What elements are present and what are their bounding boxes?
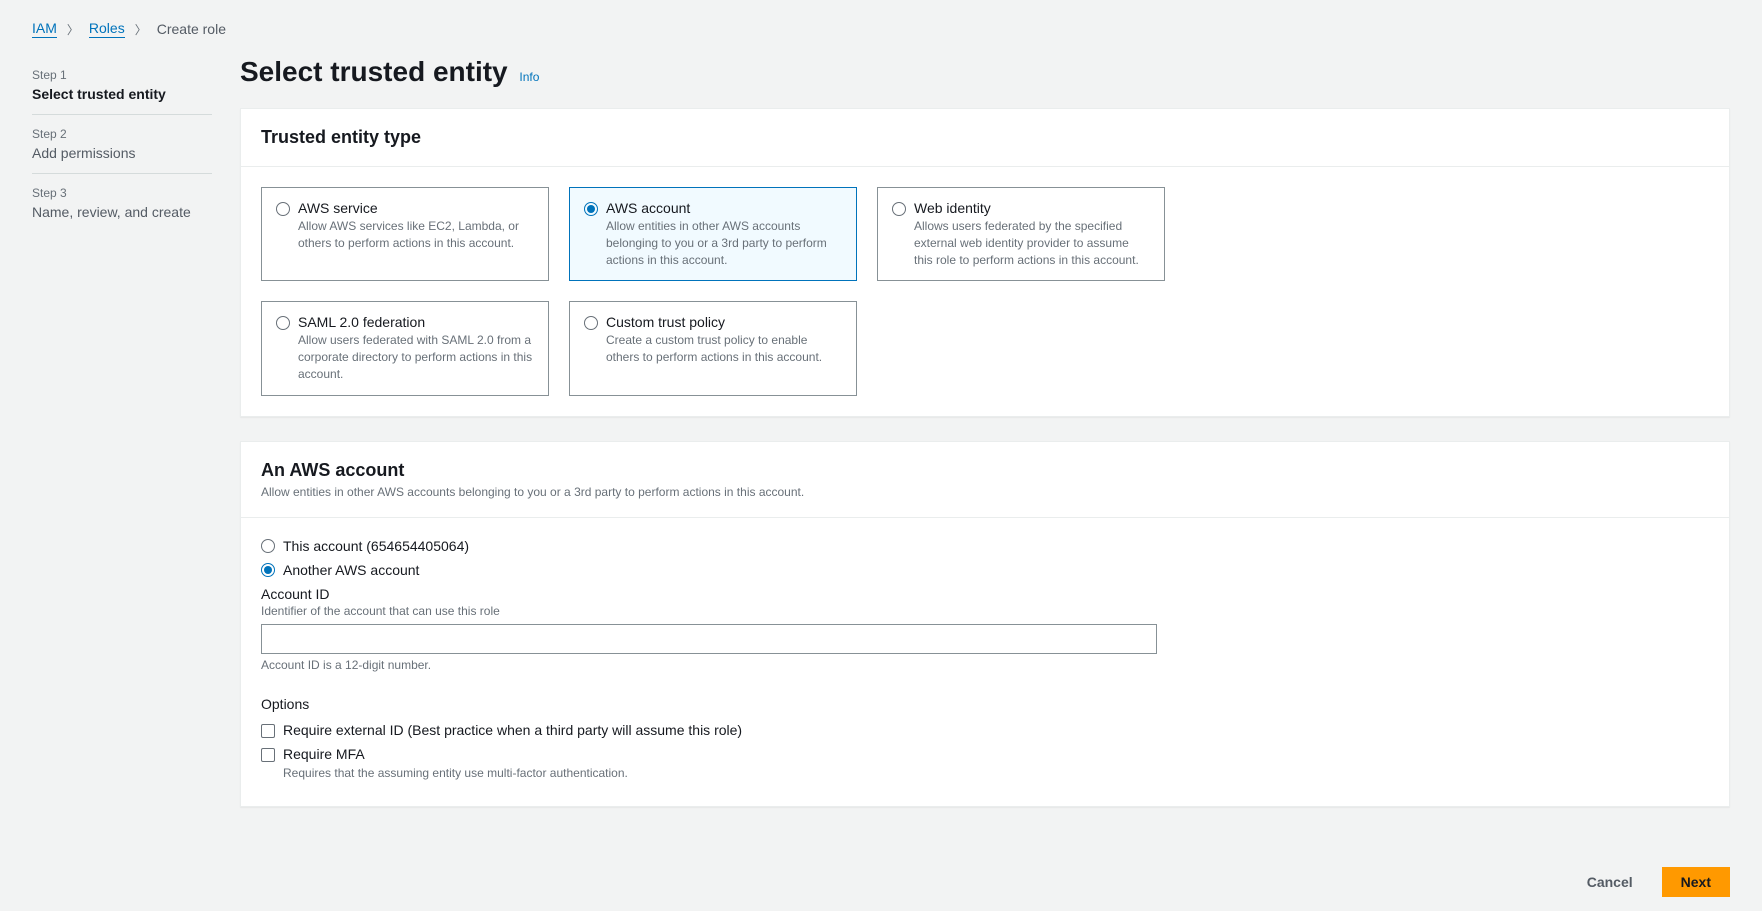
radio-icon (584, 316, 598, 330)
tile-title: Custom trust policy (606, 314, 842, 330)
radio-another-account[interactable]: Another AWS account (261, 562, 1709, 578)
page-title: Select trusted entity Info (240, 56, 1730, 88)
next-button[interactable]: Next (1662, 867, 1730, 897)
info-link[interactable]: Info (519, 70, 539, 84)
tile-desc: Allow AWS services like EC2, Lambda, or … (298, 218, 534, 252)
step-title: Add permissions (32, 145, 212, 161)
checkbox-icon (261, 724, 275, 738)
checkbox-require-external-id[interactable]: Require external ID (Best practice when … (261, 722, 1709, 738)
step-title: Select trusted entity (32, 86, 212, 102)
tile-desc: Allow entities in other AWS accounts bel… (606, 218, 842, 268)
tile-aws-service[interactable]: AWS service Allow AWS services like EC2,… (261, 187, 549, 281)
step-label: Step 2 (32, 127, 212, 141)
aws-account-heading: An AWS account (261, 460, 1709, 481)
aws-account-desc: Allow entities in other AWS accounts bel… (261, 485, 1709, 499)
tile-custom-trust-policy[interactable]: Custom trust policy Create a custom trus… (569, 301, 857, 395)
checkbox-icon (261, 748, 275, 762)
radio-this-account[interactable]: This account (654654405064) (261, 538, 1709, 554)
tile-saml-federation[interactable]: SAML 2.0 federation Allow users federate… (261, 301, 549, 395)
chevron-right-icon: 〉 (135, 21, 147, 38)
tile-desc: Create a custom trust policy to enable o… (606, 332, 842, 366)
breadcrumb-current: Create role (157, 21, 226, 37)
wizard-step-1[interactable]: Step 1 Select trusted entity (32, 56, 212, 115)
breadcrumb: IAM 〉 Roles 〉 Create role (0, 0, 1762, 56)
wizard-footer: Cancel Next (1568, 867, 1730, 897)
options-title: Options (261, 696, 1709, 712)
radio-icon (261, 539, 275, 553)
tile-desc: Allows users federated by the specified … (914, 218, 1150, 268)
account-id-label: Account ID (261, 586, 1709, 602)
aws-account-panel: An AWS account Allow entities in other A… (240, 441, 1730, 807)
step-label: Step 3 (32, 186, 212, 200)
account-id-input[interactable] (261, 624, 1157, 654)
radio-icon (276, 202, 290, 216)
account-id-hint: Identifier of the account that can use t… (261, 604, 1709, 618)
wizard-step-3[interactable]: Step 3 Name, review, and create (32, 174, 212, 232)
checkbox-require-mfa[interactable]: Require MFA (261, 746, 1709, 762)
trusted-entity-heading: Trusted entity type (261, 127, 1709, 148)
breadcrumb-iam[interactable]: IAM (32, 20, 57, 38)
step-label: Step 1 (32, 68, 212, 82)
radio-icon (584, 202, 598, 216)
radio-label: Another AWS account (283, 562, 419, 578)
radio-icon (276, 316, 290, 330)
radio-icon (892, 202, 906, 216)
tile-web-identity[interactable]: Web identity Allows users federated by t… (877, 187, 1165, 281)
tile-title: AWS account (606, 200, 842, 216)
tile-title: SAML 2.0 federation (298, 314, 534, 330)
step-title: Name, review, and create (32, 204, 212, 220)
radio-label: This account (654654405064) (283, 538, 469, 554)
tile-aws-account[interactable]: AWS account Allow entities in other AWS … (569, 187, 857, 281)
checkbox-label: Require MFA (283, 746, 365, 762)
chevron-right-icon: 〉 (67, 21, 79, 38)
trusted-entity-panel: Trusted entity type AWS service Allow AW… (240, 108, 1730, 417)
account-id-helper: Account ID is a 12-digit number. (261, 658, 1709, 672)
tile-desc: Allow users federated with SAML 2.0 from… (298, 332, 534, 382)
radio-icon (261, 563, 275, 577)
breadcrumb-roles[interactable]: Roles (89, 20, 125, 38)
checkbox-label: Require external ID (Best practice when … (283, 722, 742, 738)
wizard-step-2[interactable]: Step 2 Add permissions (32, 115, 212, 174)
cancel-button[interactable]: Cancel (1568, 867, 1652, 897)
wizard-steps: Step 1 Select trusted entity Step 2 Add … (32, 56, 212, 831)
tile-title: AWS service (298, 200, 534, 216)
checkbox-require-mfa-sub: Requires that the assuming entity use mu… (283, 766, 1709, 780)
tile-title: Web identity (914, 200, 1150, 216)
